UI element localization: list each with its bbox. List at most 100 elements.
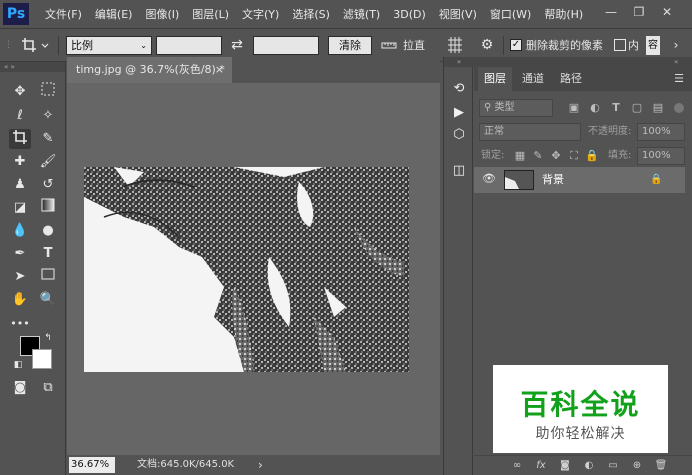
magic-wand-tool-icon[interactable]: ✧: [37, 106, 59, 126]
add-mask-icon[interactable]: ◙: [556, 457, 574, 475]
menu-view[interactable]: 视图(V): [439, 6, 477, 22]
quick-mask-icon[interactable]: ◙: [9, 378, 31, 398]
menu-help[interactable]: 帮助(H): [544, 6, 583, 22]
menu-filter[interactable]: 滤镜(T): [343, 6, 380, 22]
clear-button[interactable]: 清除: [328, 36, 372, 55]
minimize-button[interactable]: —: [600, 3, 622, 21]
filter-smart-object-icon[interactable]: ▤: [650, 99, 666, 117]
menu-image[interactable]: 图像(I): [145, 6, 179, 22]
tab-strip: [232, 57, 440, 83]
menu-select[interactable]: 选择(S): [292, 6, 330, 22]
brush-tool-icon[interactable]: 🖌: [37, 152, 59, 172]
crop-width-input[interactable]: [156, 36, 222, 55]
menu-3d[interactable]: 3D(D): [393, 8, 426, 21]
layer-thumbnail: [504, 170, 534, 190]
link-layers-icon[interactable]: ∞: [508, 457, 526, 475]
trash-icon[interactable]: 🗑: [652, 457, 670, 475]
status-arrow-icon[interactable]: ›: [258, 455, 263, 475]
rectangle-tool-icon[interactable]: [37, 267, 59, 287]
menu-window[interactable]: 窗口(W): [490, 6, 531, 22]
move-tool-icon[interactable]: ✥: [9, 82, 31, 102]
lasso-tool-icon[interactable]: ℓ: [9, 106, 31, 126]
gear-icon[interactable]: ⚙: [476, 36, 498, 55]
blend-mode-select[interactable]: 正常: [479, 123, 581, 141]
filter-toggle-icon[interactable]: [674, 103, 684, 113]
clone-stamp-tool-icon[interactable]: ♟: [9, 175, 31, 195]
chevron-right-icon[interactable]: ›: [666, 36, 686, 55]
crop-tool-icon[interactable]: [9, 129, 31, 149]
more-tools-icon[interactable]: •••: [9, 314, 31, 334]
blur-tool-icon[interactable]: 💧: [9, 221, 31, 241]
lock-all-icon[interactable]: 🔒: [584, 147, 600, 165]
eraser-tool-icon[interactable]: ◪: [9, 198, 31, 218]
default-colors-icon[interactable]: ◧: [12, 359, 24, 371]
lock-position-icon[interactable]: ✥: [548, 147, 564, 165]
eye-icon[interactable]: 👁: [482, 172, 496, 186]
filter-shape-icon[interactable]: ▢: [629, 99, 645, 117]
type-tool-icon[interactable]: T: [37, 244, 59, 264]
actions-panel-icon[interactable]: ▶: [449, 103, 469, 123]
close-window-button[interactable]: ✕: [656, 3, 678, 21]
layers-panel-footer: ∞ fx ◙ ◐ ▭ ⊕ 🗑: [474, 455, 692, 475]
filter-adjustment-icon[interactable]: ◐: [587, 99, 603, 117]
straighten-label[interactable]: 拉直: [403, 36, 433, 55]
filter-type-icon[interactable]: T: [608, 99, 624, 117]
menu-type[interactable]: 文字(Y): [242, 6, 279, 22]
document-canvas[interactable]: [84, 167, 409, 372]
panel-collapse-icon[interactable]: «: [474, 57, 692, 67]
tab-paths[interactable]: 路径: [554, 67, 588, 91]
lock-image-icon[interactable]: ✎: [530, 147, 546, 165]
ratio-select[interactable]: 比例 ⌄: [66, 36, 152, 55]
separator: [503, 36, 504, 55]
swap-icon[interactable]: ⇄: [226, 36, 248, 55]
marquee-tool-icon[interactable]: [37, 82, 59, 102]
history-brush-tool-icon[interactable]: ↺: [37, 175, 59, 195]
3d-panel-icon[interactable]: ⬡: [449, 125, 469, 145]
adjustment-layer-icon[interactable]: ◐: [580, 457, 598, 475]
swap-colors-icon[interactable]: ↰: [42, 332, 54, 344]
fill-input[interactable]: 100%: [637, 147, 685, 165]
tab-channels[interactable]: 通道: [516, 67, 550, 91]
dock-collapse-icon[interactable]: »: [444, 57, 474, 67]
layer-filter-select[interactable]: ⚲ 类型: [479, 99, 553, 117]
filter-pixel-icon[interactable]: ▣: [566, 99, 582, 117]
lock-transparent-icon[interactable]: ▦: [512, 147, 528, 165]
toolbox-header[interactable]: « »: [0, 62, 65, 72]
history-panel-icon[interactable]: ⟲: [449, 79, 469, 99]
dodge-tool-icon[interactable]: ●: [37, 221, 59, 241]
opacity-input[interactable]: 100%: [637, 123, 685, 141]
healing-brush-tool-icon[interactable]: ✚: [9, 152, 31, 172]
menu-edit[interactable]: 编辑(E): [95, 6, 133, 22]
layer-row-background[interactable]: 👁 背景 🔒: [474, 167, 685, 193]
new-layer-icon[interactable]: ⊕: [628, 457, 646, 475]
layer-name[interactable]: 背景: [542, 167, 564, 193]
close-document-icon[interactable]: ×: [215, 57, 224, 83]
lock-artboard-icon[interactable]: ⛶: [566, 147, 582, 165]
background-color-swatch[interactable]: [32, 349, 52, 369]
zoom-field[interactable]: 36.67%: [69, 457, 115, 473]
pen-tool-icon[interactable]: ✒: [9, 244, 31, 264]
document-tab[interactable]: timg.jpg @ 36.7%(灰色/8) * ×: [67, 57, 232, 83]
hand-tool-icon[interactable]: ✋: [9, 290, 31, 310]
properties-panel-icon[interactable]: ◫: [449, 161, 469, 181]
fx-icon[interactable]: fx: [532, 457, 550, 475]
panel-menu-icon[interactable]: ☰: [670, 67, 688, 91]
menu-layer[interactable]: 图层(L): [192, 6, 229, 22]
eyedropper-tool-icon[interactable]: ✎: [37, 129, 59, 149]
overlay-grid-icon[interactable]: [444, 36, 466, 55]
delete-cropped-checkbox[interactable]: ✓: [510, 39, 522, 51]
crop-height-input[interactable]: [253, 36, 319, 55]
restore-button[interactable]: ❐: [628, 3, 650, 21]
zoom-tool-icon[interactable]: 🔍: [37, 290, 59, 310]
screen-mode-icon[interactable]: ⧉: [37, 378, 59, 398]
path-selection-tool-icon[interactable]: ➤: [9, 267, 31, 287]
crop-tool-preset-icon[interactable]: [18, 36, 52, 55]
gradient-tool-icon[interactable]: [37, 198, 59, 218]
chevron-down-icon: ⌄: [140, 41, 147, 50]
tab-layers[interactable]: 图层: [478, 67, 512, 91]
straighten-icon[interactable]: [378, 36, 400, 55]
delete-cropped-label: 删除裁剪的像素: [526, 39, 603, 52]
menu-file[interactable]: 文件(F): [45, 6, 82, 22]
new-group-icon[interactable]: ▭: [604, 457, 622, 475]
content-aware-checkbox[interactable]: [614, 39, 626, 51]
